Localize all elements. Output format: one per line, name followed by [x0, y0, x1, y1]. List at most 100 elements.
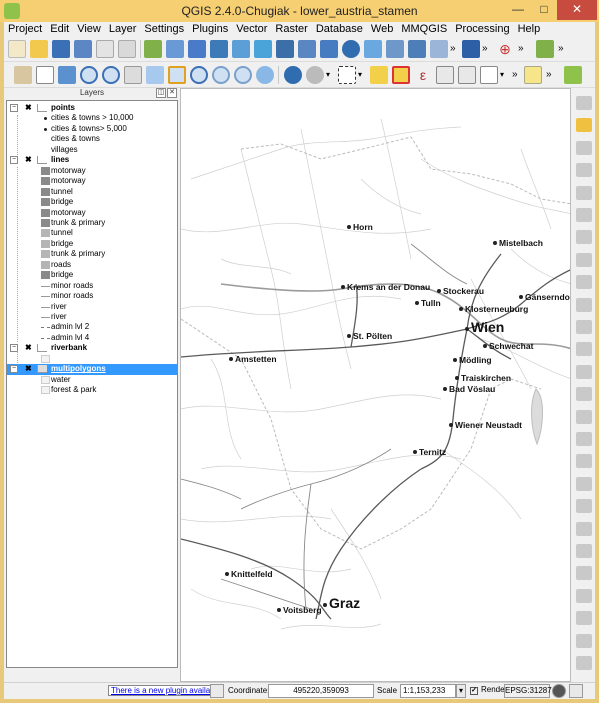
dropdown-arrow-icon[interactable]: ▾	[500, 66, 508, 84]
layer-legend-item[interactable]: tunnel	[7, 228, 177, 239]
identify-features-icon[interactable]	[284, 66, 302, 84]
visibility-checkbox[interactable]: ✖	[25, 365, 33, 373]
layer-legend-item[interactable]	[7, 354, 177, 365]
zoom-out-icon[interactable]	[102, 66, 120, 84]
toggle-editing-icon[interactable]	[576, 96, 592, 110]
paste-features-icon[interactable]	[576, 297, 592, 312]
globe-icon[interactable]	[342, 40, 360, 58]
layer-group-lines[interactable]: − ✖ lines	[7, 155, 177, 166]
layer-legend-item[interactable]: cities & towns> 5,000	[7, 124, 177, 135]
delete-ring-icon[interactable]	[576, 454, 592, 469]
undo-icon[interactable]	[576, 320, 592, 334]
crs-globe-icon[interactable]	[552, 684, 566, 698]
delete-part-icon[interactable]	[576, 476, 592, 491]
layer-legend-item[interactable]: bridge	[7, 197, 177, 208]
menu-settings[interactable]: Settings	[140, 22, 188, 36]
zoom-next-icon[interactable]	[234, 66, 252, 84]
plugin-icon[interactable]	[536, 40, 554, 58]
layer-group-riverbank[interactable]: − ✖ riverbank	[7, 343, 177, 354]
more-tools-icon[interactable]: »	[512, 66, 520, 84]
close-panel-button[interactable]: ✕	[167, 88, 177, 98]
menu-help[interactable]: Help	[514, 22, 545, 36]
zoom-to-selection-icon[interactable]	[168, 66, 186, 84]
layer-legend-item[interactable]: tunnel	[7, 187, 177, 198]
more-tools-icon[interactable]: »	[450, 40, 458, 58]
pan-to-selection-icon[interactable]	[58, 66, 76, 84]
layer-legend-item[interactable]: forest & park	[7, 385, 177, 396]
layer-legend-item[interactable]: water	[7, 375, 177, 386]
select-by-expression-icon[interactable]	[370, 66, 388, 84]
visibility-checkbox[interactable]: ✖	[25, 104, 33, 112]
layer-legend-item[interactable]: motorway	[7, 208, 177, 219]
layer-legend-item[interactable]: motorway	[7, 166, 177, 177]
add-raster-layer-icon[interactable]	[166, 40, 184, 58]
menu-layer[interactable]: Layer	[105, 22, 141, 36]
zoom-full-icon[interactable]	[146, 66, 164, 84]
layer-legend-item[interactable]: trunk & primary	[7, 218, 177, 229]
add-virtual-layer-icon[interactable]	[386, 40, 404, 58]
menu-mmqgis[interactable]: MMQGIS	[397, 22, 451, 36]
offset-curve-icon[interactable]	[576, 521, 592, 536]
layer-legend-item[interactable]: villages	[7, 145, 177, 156]
coordinate-field[interactable]: 495220,359093	[268, 684, 374, 698]
float-panel-button[interactable]: ◫	[156, 88, 166, 98]
layer-legend-item[interactable]: minor roads	[7, 291, 177, 302]
deselect-all-icon[interactable]	[392, 66, 410, 84]
new-project-icon[interactable]	[8, 40, 26, 58]
save-project-icon[interactable]	[52, 40, 70, 58]
delete-selected-icon[interactable]	[576, 230, 592, 245]
zoom-last-icon[interactable]	[212, 66, 230, 84]
split-features-icon[interactable]	[576, 544, 592, 558]
move-feature-icon[interactable]	[576, 185, 592, 200]
menu-view[interactable]: View	[73, 22, 105, 36]
scale-dropdown-icon[interactable]: ▾	[456, 684, 466, 698]
rotate-feature-icon[interactable]	[576, 656, 592, 670]
pencil-icon[interactable]	[576, 118, 592, 133]
add-wms-layer-icon[interactable]	[276, 40, 294, 58]
measure-line-icon[interactable]	[480, 66, 498, 84]
field-calculator-icon[interactable]: ε	[414, 66, 432, 84]
pan-map-icon[interactable]	[36, 66, 54, 84]
layer-legend-item[interactable]: bridge	[7, 270, 177, 281]
add-wcs-layer-icon[interactable]	[298, 40, 316, 58]
add-wfs-layer-icon[interactable]	[320, 40, 338, 58]
more-tools-icon[interactable]: »	[546, 66, 554, 84]
fill-ring-icon[interactable]	[576, 432, 592, 446]
layer-legend-item[interactable]: river	[7, 312, 177, 323]
crs-status[interactable]: EPSG:31287	[504, 684, 552, 698]
simplify-feature-icon[interactable]	[576, 364, 592, 379]
node-tool-icon[interactable]	[576, 208, 592, 222]
reshape-features-icon[interactable]	[576, 499, 592, 514]
zoom-actual-size-icon[interactable]	[124, 66, 142, 84]
new-print-composer-icon[interactable]	[96, 40, 114, 58]
layer-legend-item[interactable]: bridge	[7, 239, 177, 250]
zoom-in-icon[interactable]	[80, 66, 98, 84]
dropdown-arrow-icon[interactable]: ▾	[358, 66, 366, 84]
menu-project[interactable]: Project	[4, 22, 46, 36]
dropdown-arrow-icon[interactable]: ▾	[326, 66, 334, 84]
layer-legend-item[interactable]: admin lvl 2	[7, 322, 177, 333]
new-shapefile-icon[interactable]	[430, 40, 448, 58]
crosshair-icon[interactable]: ⊕	[496, 40, 514, 58]
add-spatialite-layer-icon[interactable]	[210, 40, 228, 58]
add-postgis-layer-icon[interactable]	[188, 40, 206, 58]
menu-vector[interactable]: Vector	[232, 22, 271, 36]
maximize-button[interactable]: □	[531, 0, 557, 20]
layer-group-multipolygons[interactable]: − ✖ multipolygons	[7, 364, 177, 375]
add-mssql-layer-icon[interactable]	[232, 40, 250, 58]
add-part-icon[interactable]	[576, 409, 592, 424]
layer-group-points[interactable]: − ✖ points	[7, 103, 177, 114]
touch-zoom-icon[interactable]	[14, 66, 32, 84]
new-plugin-link[interactable]: There is a new plugin available	[108, 685, 224, 696]
layer-legend-item[interactable]: minor roads	[7, 281, 177, 292]
rotate-point-symbols-icon[interactable]	[576, 611, 592, 626]
layer-legend-item[interactable]: admin lvl 4	[7, 333, 177, 344]
more-tools-icon[interactable]: »	[518, 40, 526, 58]
select-features-icon[interactable]	[338, 66, 356, 84]
split-parts-icon[interactable]	[576, 566, 592, 581]
merge-features-icon[interactable]	[576, 588, 592, 603]
collapse-icon[interactable]: −	[10, 156, 18, 165]
add-feature-icon[interactable]	[576, 163, 592, 178]
collapse-icon[interactable]: −	[10, 104, 18, 112]
layer-legend-item[interactable]: cities & towns > 10,000	[7, 113, 177, 124]
